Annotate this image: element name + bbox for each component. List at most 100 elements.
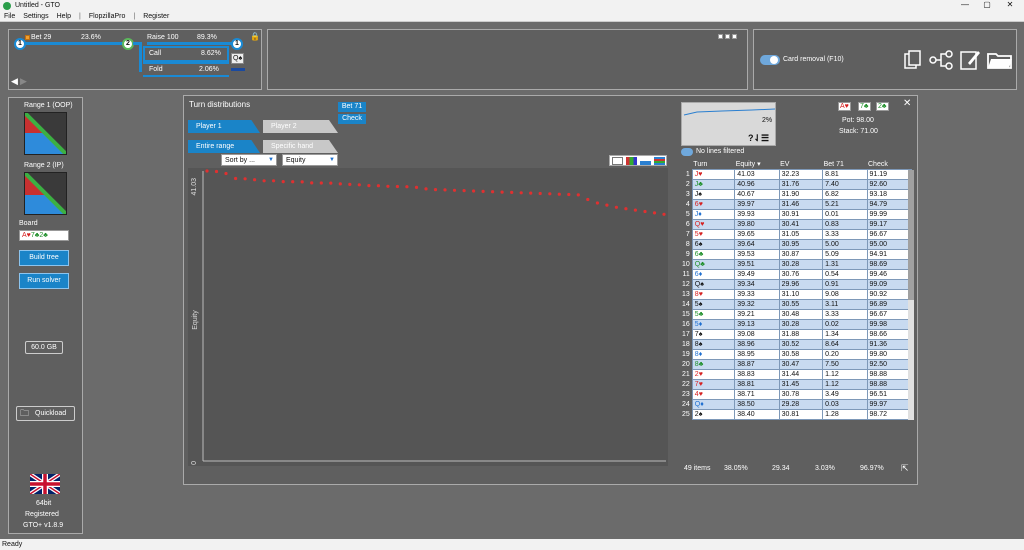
col-turn[interactable]: Turn xyxy=(692,160,734,169)
tab-specific-hand[interactable]: Specific hand xyxy=(263,140,338,153)
table-row[interactable]: 20 8♣ 38.87 30.47 7.50 92.50 xyxy=(680,358,912,370)
layout-icon[interactable] xyxy=(732,34,737,39)
bar-chart-icon[interactable] xyxy=(640,157,651,165)
mini-chart-pct: 2% xyxy=(762,117,773,124)
row-index: 19 xyxy=(680,349,693,359)
table-row[interactable]: 11 6♦ 39.49 30.76 0.54 99.46 xyxy=(680,268,912,280)
check-cell: 99.80 xyxy=(866,348,912,360)
tab-entire-range[interactable]: Entire range xyxy=(188,140,260,153)
table-row[interactable]: 12 Q♠ 39.34 29.96 0.91 99.09 xyxy=(680,278,912,290)
table-row[interactable]: 1 J♥ 41.03 32.23 8.81 91.19 xyxy=(680,168,912,180)
stacked-chart-icon[interactable] xyxy=(654,157,665,165)
equity-chart[interactable]: 41.03 0 Equity xyxy=(188,168,668,466)
table-row[interactable]: 2 J♣ 40.96 31.76 7.40 92.60 xyxy=(680,178,912,190)
back-arrow-icon[interactable]: ◀ xyxy=(11,76,18,87)
bet-71-button[interactable]: Bet 71 xyxy=(338,102,366,112)
table-row[interactable]: 17 7♠ 39.08 31.88 1.34 98.66 xyxy=(680,328,912,340)
check-cell: 91.36 xyxy=(866,338,912,350)
scrollbar-thumb[interactable] xyxy=(908,170,914,300)
table-scrollbar[interactable] xyxy=(908,170,914,420)
bet-cell: 0.03 xyxy=(822,398,868,410)
table-row[interactable]: 24 Q♦ 38.50 29.28 0.03 99.97 xyxy=(680,398,912,410)
build-tree-button[interactable]: Build tree xyxy=(19,250,69,266)
copy-icon[interactable] xyxy=(904,50,922,70)
table-row[interactable]: 5 J♦ 39.93 30.91 0.01 99.99 xyxy=(680,208,912,220)
col-equity[interactable]: Equity ▾ xyxy=(735,160,779,169)
row-index: 21 xyxy=(680,369,693,379)
col-check[interactable]: Check xyxy=(867,160,912,169)
menu-settings[interactable]: Settings xyxy=(23,13,48,20)
table-row[interactable]: 9 6♣ 39.53 30.87 5.09 94.91 xyxy=(680,248,912,260)
row-index: 8 xyxy=(680,239,693,249)
menu-flopzillapro[interactable]: FlopzillaPro xyxy=(89,13,126,20)
lock-icon[interactable]: 🔒 xyxy=(250,32,260,41)
table-row[interactable]: 3 J♠ 40.67 31.90 6.82 93.18 xyxy=(680,188,912,200)
forward-arrow-icon[interactable]: ▶ xyxy=(20,76,27,87)
layout-icon[interactable] xyxy=(718,34,723,39)
ev-cell: 31.90 xyxy=(778,188,824,200)
table-row[interactable]: 4 6♥ 39.97 31.46 5.21 94.79 xyxy=(680,198,912,210)
close-panel-icon[interactable]: ✕ xyxy=(903,98,911,109)
maximize-button[interactable]: ▢ xyxy=(977,0,997,9)
y-axis-label: Equity xyxy=(192,310,199,330)
table-row[interactable]: 6 Q♥ 39.80 30.41 0.83 99.17 xyxy=(680,218,912,230)
tab-player-1[interactable]: Player 1 xyxy=(188,120,260,133)
expand-icon[interactable]: ⇱ xyxy=(901,463,909,474)
board-input[interactable]: A♥7♣2♣ xyxy=(19,230,69,241)
range1-grid[interactable] xyxy=(24,112,67,155)
call-pct: 8.62% xyxy=(201,50,221,57)
bet-label[interactable]: Bet 29 xyxy=(31,34,51,41)
folder-icon[interactable] xyxy=(987,51,1013,69)
close-button[interactable]: ✕ xyxy=(1000,0,1020,9)
lines-filter-toggle[interactable] xyxy=(681,148,693,156)
sort-dropdown[interactable]: Sort by ... xyxy=(221,154,277,166)
table-row[interactable]: 14 5♠ 39.32 30.55 3.11 96.89 xyxy=(680,298,912,310)
minimize-button[interactable]: — xyxy=(955,0,975,9)
range2-grid[interactable] xyxy=(24,172,67,215)
menu-help[interactable]: Help xyxy=(57,13,71,20)
call-option[interactable]: Call 8.62% xyxy=(143,46,229,62)
run-solver-button[interactable]: Run solver xyxy=(19,273,69,289)
table-row[interactable]: 15 5♣ 39.21 30.48 3.33 96.67 xyxy=(680,308,912,320)
menu-file[interactable]: File xyxy=(4,13,15,20)
table-row[interactable]: 25 2♠ 38.40 30.81 1.28 98.72 xyxy=(680,408,912,420)
check-button[interactable]: Check xyxy=(338,114,366,124)
mini-chart-tools-icon[interactable]: ?⇃☰ xyxy=(748,133,769,144)
data-point xyxy=(291,180,295,184)
edit-icon[interactable] xyxy=(960,49,980,71)
quickload-button[interactable]: 🗀 Quickload xyxy=(16,406,75,421)
layout-icon[interactable] xyxy=(725,34,730,39)
check-cell: 92.60 xyxy=(866,178,912,190)
scatter-chart-icon[interactable] xyxy=(612,157,623,165)
menu-register[interactable]: Register xyxy=(143,13,169,20)
table-row[interactable]: 10 Q♣ 39.51 30.28 1.31 98.69 xyxy=(680,258,912,270)
metric-dropdown[interactable]: Equity xyxy=(282,154,338,166)
table-row[interactable]: 22 7♥ 38.81 31.45 1.12 98.88 xyxy=(680,378,912,390)
table-row[interactable]: 23 4♥ 38.71 30.78 3.49 96.51 xyxy=(680,388,912,400)
row-index: 22 xyxy=(680,379,693,389)
lines-filter-label: No lines filtered xyxy=(696,148,745,155)
heatmap-icon[interactable] xyxy=(626,157,637,165)
ev-cell: 30.55 xyxy=(778,298,824,310)
table-row[interactable]: 18 8♠ 38.96 30.52 8.64 91.36 xyxy=(680,338,912,350)
col-bet[interactable]: Bet 71 xyxy=(823,160,867,169)
tab-player-2[interactable]: Player 2 xyxy=(263,120,338,133)
fold-label[interactable]: Fold xyxy=(149,66,163,73)
table-row[interactable]: 19 8♦ 38.95 30.58 0.20 99.80 xyxy=(680,348,912,360)
card-removal-toggle[interactable] xyxy=(760,55,780,65)
table-row[interactable]: 16 5♦ 39.13 30.28 0.02 99.98 xyxy=(680,318,912,330)
check-cell: 99.99 xyxy=(866,208,912,220)
ev-cell: 31.10 xyxy=(778,288,824,300)
raise-label[interactable]: Raise 100 xyxy=(147,34,179,41)
col-ev[interactable]: EV xyxy=(779,160,822,169)
data-point xyxy=(395,184,399,189)
uk-flag-icon[interactable] xyxy=(30,474,60,494)
table-row[interactable]: 8 6♠ 39.64 30.95 5.00 95.00 xyxy=(680,238,912,250)
tree-node-next[interactable]: 1 xyxy=(231,38,243,50)
table-row[interactable]: 7 5♥ 39.65 31.05 3.33 96.67 xyxy=(680,228,912,240)
table-row[interactable]: 21 2♥ 38.83 31.44 1.12 98.88 xyxy=(680,368,912,380)
mini-chart[interactable]: 2% ?⇃☰ xyxy=(681,102,776,146)
table-row[interactable]: 13 8♥ 39.33 31.10 9.08 90.92 xyxy=(680,288,912,300)
turn-card[interactable]: Q♠ xyxy=(231,53,245,64)
tree-structure-icon[interactable] xyxy=(929,50,955,70)
